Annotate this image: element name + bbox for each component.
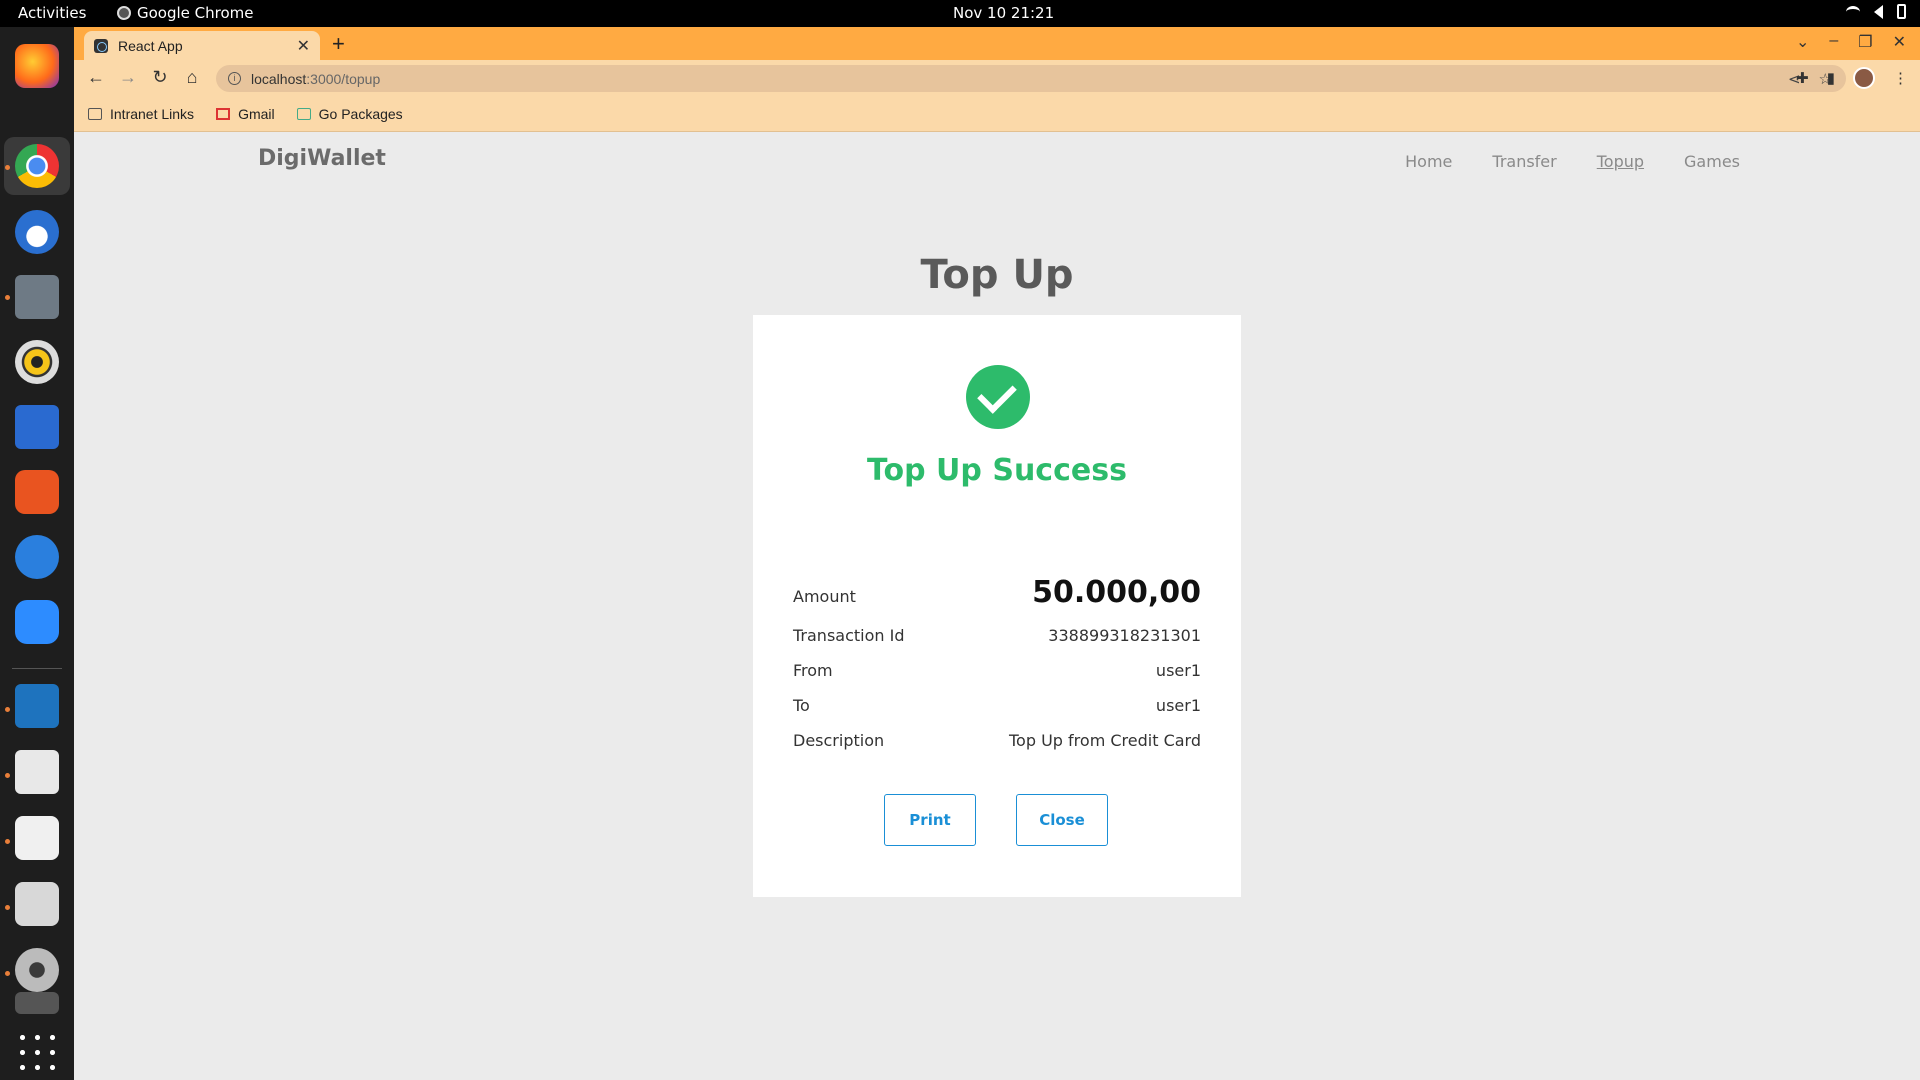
transaction-id-value: 338899318231301 <box>1048 626 1201 645</box>
running-indicator <box>5 971 10 976</box>
activities-button[interactable]: Activities <box>18 4 86 22</box>
site-info-icon[interactable]: i <box>228 72 241 85</box>
bookmark-intranet-links[interactable]: Intranet Links <box>88 106 194 122</box>
brand-logo[interactable]: DigiWallet <box>258 146 386 171</box>
transaction-id-label: Transaction Id <box>793 626 905 645</box>
window-controls: ⌄ – ❐ ✕ <box>1796 32 1906 52</box>
profile-avatar[interactable] <box>1853 67 1875 89</box>
transaction-id-row: Transaction Id 338899318231301 <box>793 626 1201 645</box>
to-label: To <box>793 696 810 715</box>
web-page: DigiWallet Home Transfer Topup Games Top… <box>74 132 1920 1080</box>
system-top-bar: Activities Google Chrome Nov 10 21:21 <box>0 0 1920 27</box>
nav-home[interactable]: Home <box>1405 152 1452 171</box>
reload-icon[interactable]: ↻ <box>148 67 172 88</box>
print-button[interactable]: Print <box>884 794 976 846</box>
tab-strip: React App ✕ + ⌄ – ❐ ✕ <box>74 27 1920 60</box>
success-title: Top Up Success <box>867 453 1127 488</box>
chrome-menu-icon[interactable]: ⋮ <box>1893 69 1908 87</box>
address-bar[interactable]: i localhost:3000/topup ⋖ ☆ <box>216 65 1846 92</box>
close-tab-icon[interactable]: ✕ <box>297 36 310 56</box>
to-row: To user1 <box>793 696 1201 715</box>
new-tab-button[interactable]: + <box>332 31 345 57</box>
close-button[interactable]: Close <box>1016 794 1108 846</box>
bookmark-label: Go Packages <box>318 106 403 122</box>
description-row: Description Top Up from Credit Card <box>793 731 1201 750</box>
document-viewer-icon[interactable] <box>15 750 59 794</box>
browser-toolbar: ← → ↻ ⌂ i localhost:3000/topup ⋖ ☆ ✚ ▮ ⋮ <box>74 60 1920 97</box>
success-check-icon <box>966 365 1030 429</box>
nav-transfer[interactable]: Transfer <box>1492 152 1556 171</box>
system-tray[interactable] <box>1846 4 1906 19</box>
chrome-dock-icon[interactable] <box>15 144 59 188</box>
go-packages-icon <box>296 108 311 120</box>
bookmarks-bar: Intranet Links Gmail Go Packages <box>74 97 1920 132</box>
volume-icon <box>1874 4 1883 19</box>
files-icon[interactable] <box>15 275 59 319</box>
extensions-icon[interactable]: ✚ <box>1796 69 1809 87</box>
amount-label: Amount <box>793 587 856 606</box>
dock <box>0 27 74 1080</box>
folder-icon <box>88 108 102 120</box>
thunderbird-icon[interactable] <box>15 210 59 254</box>
gimp-icon[interactable] <box>15 816 59 860</box>
bookmark-go-packages[interactable]: Go Packages <box>296 106 403 122</box>
toolbar-actions: ✚ ▮ ⋮ <box>1796 67 1908 89</box>
running-indicator <box>5 839 10 844</box>
url-path: :3000/topup <box>306 70 381 87</box>
back-arrow-icon[interactable]: ← <box>84 67 108 88</box>
main-nav: Home Transfer Topup Games <box>1405 152 1740 171</box>
help-icon[interactable] <box>15 535 59 579</box>
restore-button[interactable]: ❐ <box>1858 32 1872 52</box>
network-icon <box>1846 5 1860 18</box>
dock-separator <box>12 668 62 669</box>
running-indicator <box>5 707 10 712</box>
rhythmbox-icon[interactable] <box>15 340 59 384</box>
running-indicator <box>5 165 10 170</box>
running-indicator <box>5 905 10 910</box>
url-host: localhost <box>251 70 307 87</box>
firefox-icon[interactable] <box>15 44 59 88</box>
running-indicator <box>5 773 10 778</box>
description-value: Top Up from Credit Card <box>1009 731 1201 750</box>
tab-title: React App <box>118 37 183 54</box>
settings-icon[interactable] <box>15 948 59 992</box>
react-favicon-icon <box>94 38 108 53</box>
battery-icon <box>1897 4 1906 19</box>
vscode-icon[interactable] <box>15 684 59 728</box>
app-menu[interactable]: Google Chrome <box>117 4 254 22</box>
running-indicator <box>5 295 10 300</box>
bookmark-gmail[interactable]: Gmail <box>216 106 275 122</box>
trash-icon[interactable] <box>15 992 59 1014</box>
to-value: user1 <box>1155 696 1201 715</box>
forward-arrow-icon[interactable]: → <box>116 67 140 88</box>
receipt-card: Top Up Success Amount 50.000,00 Transact… <box>753 315 1241 897</box>
writer-icon[interactable] <box>15 405 59 449</box>
show-apps-icon[interactable] <box>15 1030 59 1074</box>
gmail-icon <box>216 108 231 120</box>
nav-games[interactable]: Games <box>1684 152 1740 171</box>
bookmark-label: Gmail <box>238 106 275 122</box>
description-label: Description <box>793 731 885 750</box>
side-panel-icon[interactable]: ▮ <box>1827 69 1835 87</box>
app-name: Google Chrome <box>137 4 254 22</box>
tab-react-app[interactable]: React App ✕ <box>84 31 320 60</box>
page-title: Top Up <box>920 252 1074 298</box>
image-viewer-icon[interactable] <box>15 882 59 926</box>
amount-value: 50.000,00 <box>1032 575 1201 610</box>
zoom-icon[interactable] <box>15 600 59 644</box>
software-center-icon[interactable] <box>15 470 59 514</box>
minimize-button[interactable]: – <box>1829 32 1838 52</box>
chrome-icon <box>117 6 131 20</box>
amount-row: Amount 50.000,00 <box>793 575 1201 610</box>
from-value: user1 <box>1155 661 1201 680</box>
close-window-button[interactable]: ✕ <box>1893 32 1906 52</box>
tab-search-icon[interactable]: ⌄ <box>1796 32 1809 52</box>
home-icon[interactable]: ⌂ <box>180 67 204 88</box>
clock[interactable]: Nov 10 21:21 <box>953 4 1054 22</box>
from-label: From <box>793 661 833 680</box>
from-row: From user1 <box>793 661 1201 680</box>
bookmark-label: Intranet Links <box>110 106 195 122</box>
nav-topup[interactable]: Topup <box>1597 152 1644 171</box>
